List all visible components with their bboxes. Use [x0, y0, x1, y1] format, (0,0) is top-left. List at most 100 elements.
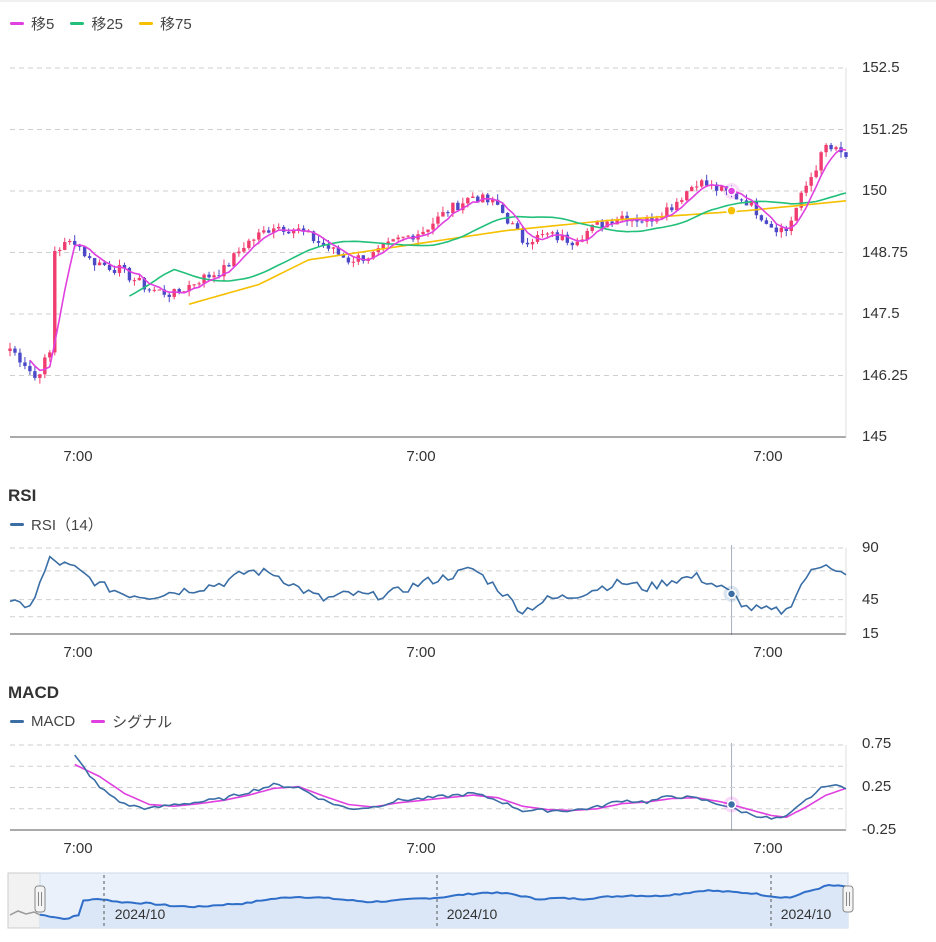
candle-body [18, 352, 22, 363]
rsi-x-tick: 7:00 [63, 644, 93, 661]
candle-body [92, 258, 97, 266]
chart-canvas[interactable] [0, 0, 936, 942]
candle [207, 271, 211, 279]
candle-body [670, 207, 674, 211]
candle-body [764, 220, 769, 224]
candle [157, 289, 161, 291]
candle-body [242, 247, 246, 252]
candle [247, 238, 251, 250]
ma75-marker [726, 205, 737, 216]
candle [262, 226, 266, 235]
candle [406, 235, 410, 238]
candle [92, 257, 97, 271]
candle-body [212, 275, 216, 278]
candle [346, 255, 351, 265]
candle [461, 197, 465, 214]
candle [675, 198, 679, 211]
navigator-date-label: 2024/10 [446, 906, 498, 922]
legend-item-signal[interactable]: シグナル [91, 711, 172, 732]
candle-body [500, 204, 505, 213]
candle [699, 178, 704, 188]
candle-body [695, 186, 699, 188]
navigator-date-label: 2024/10 [780, 906, 832, 922]
candle [23, 357, 27, 370]
candle-body [401, 236, 405, 238]
candle [446, 210, 450, 217]
candle-body [33, 371, 37, 378]
candle-body [286, 231, 291, 234]
candle-body [326, 245, 331, 249]
candle-body [381, 243, 385, 249]
rsi-x-tick: 7:00 [406, 644, 436, 661]
candle-body [262, 230, 266, 233]
candle [13, 346, 17, 356]
candle-body [277, 226, 281, 229]
candle-body [685, 191, 689, 201]
candle [759, 214, 764, 222]
candle [277, 223, 281, 231]
candle-body [13, 348, 17, 353]
candle [222, 259, 226, 281]
candle-body [441, 212, 445, 217]
candle [565, 231, 570, 246]
candle-body [97, 262, 102, 266]
candle [799, 190, 803, 211]
candle [18, 348, 22, 368]
macd-x-tick: 7:00 [63, 840, 93, 857]
candle-body [844, 152, 848, 158]
macd-legend: MACD シグナル [10, 711, 172, 732]
candle [739, 198, 744, 203]
candle [132, 277, 137, 286]
main-y-tick: 147.5 [862, 305, 900, 322]
rsi-x-tick: 7:00 [753, 644, 783, 661]
candle-body [600, 221, 604, 228]
candle-body [525, 242, 530, 245]
candle-body [719, 186, 724, 191]
candle [237, 247, 241, 257]
navigator-handle [34, 885, 46, 913]
ma5-marker [726, 186, 737, 196]
candle-body [759, 215, 764, 221]
candle [187, 280, 191, 297]
candle-body [774, 227, 779, 233]
candle [172, 288, 176, 300]
candle-body [809, 177, 813, 186]
rsi-line [9, 555, 847, 616]
candle-body [197, 283, 201, 285]
candle-body [794, 207, 798, 221]
candle-body [545, 233, 550, 235]
candle [819, 151, 823, 175]
candle [386, 237, 390, 247]
candle-body [68, 240, 72, 243]
candle-body [550, 232, 555, 234]
candle-body [510, 223, 515, 225]
candle [829, 142, 833, 152]
candle-body [232, 253, 236, 267]
main-y-tick: 152.5 [862, 59, 900, 76]
candle-body [515, 223, 520, 230]
candle [58, 247, 62, 257]
candle [834, 145, 838, 152]
candle [530, 238, 535, 250]
candle-body [769, 223, 774, 228]
main-y-tick: 145 [862, 428, 888, 445]
legend-item-macd[interactable]: MACD [10, 713, 75, 730]
main-x-tick: 7:00 [63, 448, 93, 465]
candle [714, 182, 719, 196]
candle [510, 221, 515, 225]
candle-body [789, 220, 793, 232]
candle-body [456, 202, 460, 211]
candle [68, 238, 72, 245]
candle-body [112, 269, 117, 273]
candle-body [147, 289, 152, 291]
legend-item-rsi[interactable]: RSI（14） [10, 514, 103, 535]
legend-swatch-macd [10, 720, 24, 723]
legend-label-signal: シグナル [112, 714, 173, 731]
candle [242, 242, 246, 254]
main-y-tick: 148.75 [862, 244, 908, 261]
candle [814, 165, 818, 179]
candle-body [82, 246, 87, 257]
candle [695, 180, 699, 191]
candle-body [227, 265, 231, 267]
macd-x-tick: 7:00 [753, 840, 783, 857]
